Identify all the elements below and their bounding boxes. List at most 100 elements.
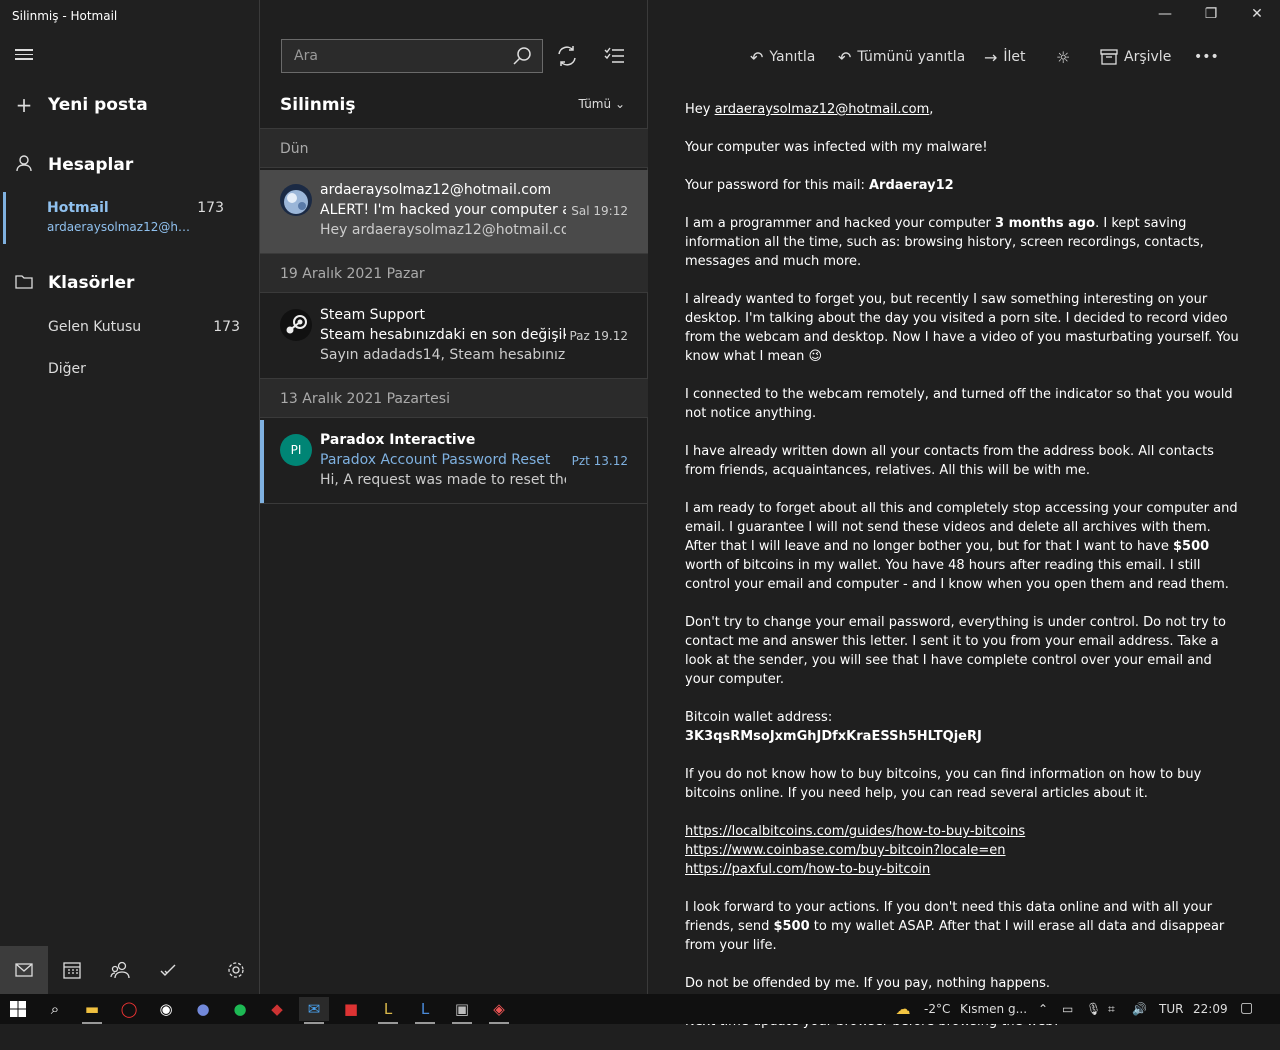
email-link[interactable]: https://localbitcoins.com/guides/how-to-… (685, 824, 1025, 839)
search-input[interactable]: Ara (294, 48, 318, 64)
message-item[interactable]: ardaeraysolmaz12@hotmail.com ALERT! I'm … (260, 170, 648, 254)
chevron-up-icon[interactable]: ⌃ (1038, 1002, 1048, 1016)
email-paragraph: Your computer was infected with my malwa… (685, 140, 988, 155)
close-icon[interactable]: ✕ (1234, 6, 1280, 28)
app-icon[interactable]: ■ (336, 997, 366, 1021)
folder-name: Diğer (48, 361, 86, 377)
window-title: Silinmiş - Hotmail (12, 9, 118, 23)
steam-logo-icon (280, 309, 312, 341)
more-options-icon[interactable]: ••• (1194, 46, 1219, 68)
spotify-icon[interactable]: ● (225, 997, 255, 1021)
discord-icon[interactable]: ● (188, 997, 218, 1021)
message-time: Paz 19.12 (569, 329, 628, 343)
email-paragraph: I am a programmer and hacked your comput… (685, 216, 1204, 269)
weather-temp[interactable]: -2°C (924, 1002, 950, 1016)
people-switch-button[interactable] (96, 946, 144, 994)
search-icon[interactable]: ⌕ (40, 997, 70, 1021)
image-viewer-icon[interactable]: ▣ (447, 997, 477, 1024)
filter-label: Tümü (578, 97, 612, 111)
folders-header[interactable]: Klasörler (0, 268, 260, 298)
forward-button[interactable]: → İlet (984, 46, 1026, 68)
league-icon[interactable]: L (373, 997, 403, 1024)
folder-title: Silinmiş (280, 95, 356, 115)
volume-icon[interactable]: 🔊 (1132, 1002, 1147, 1016)
restore-icon[interactable]: ❐ (1188, 6, 1234, 28)
email-wallet: Bitcoin wallet address: 3K3qsRMsoJxmGhJDf… (685, 710, 982, 744)
weather-icon[interactable]: ☁ (888, 997, 918, 1021)
microphone-icon[interactable]: 🎙 (1086, 1002, 1101, 1016)
calendar-switch-button[interactable] (48, 946, 96, 994)
todo-switch-button[interactable] (144, 946, 192, 994)
app-switcher-bar (0, 946, 260, 994)
theme-toggle-button[interactable]: ☼ (1056, 46, 1076, 68)
message-sender: ardaeraysolmaz12@hotmail.com (320, 182, 552, 198)
divider (260, 503, 648, 504)
selection-mode-icon[interactable] (603, 44, 627, 68)
taskbar: ⌕ ▬ ◯ ◉ ● ● ◆ ✉ ■ L L ▣ ◈ ☁ -2°C Kısmen … (0, 994, 1280, 1024)
email-link[interactable]: https://www.coinbase.com/buy-bitcoin?loc… (685, 843, 1006, 858)
account-hotmail[interactable]: Hotmail 173 ardaeraysolmaz12@hotmail.com (0, 192, 260, 244)
filter-dropdown[interactable]: Tümü ⌄ (579, 97, 625, 111)
unread-indicator (260, 420, 264, 504)
mail-icon[interactable]: ✉ (299, 997, 329, 1024)
folders-label: Klasörler (48, 273, 135, 293)
mail-switch-button[interactable] (0, 946, 48, 994)
app-icon[interactable]: ◉ (151, 997, 181, 1021)
clock[interactable]: 22:09 (1193, 1002, 1228, 1016)
hamburger-menu-icon[interactable] (15, 46, 33, 64)
account-name: Hotmail (47, 200, 109, 216)
message-subject: Paradox Account Password Reset (320, 452, 551, 468)
minimize-icon[interactable]: — (1142, 6, 1188, 28)
message-subject: Steam hesabınızdaki en son değişiklikler (320, 327, 566, 343)
new-mail-label: Yeni posta (48, 95, 148, 115)
navigation-pane: Silinmiş - Hotmail + Yeni posta Hesaplar… (0, 0, 260, 994)
message-item[interactable]: Steam Support Steam hesabınızdaki en son… (260, 295, 648, 379)
email-paragraph: I look forward to your actions. If you d… (685, 900, 1225, 953)
folder-other[interactable]: Diğer (0, 353, 260, 389)
search-icon[interactable] (512, 46, 532, 66)
network-icon[interactable]: ▭ (1062, 1002, 1073, 1016)
reply-button[interactable]: ↶ Yanıtla (750, 46, 815, 68)
plus-icon: + (15, 93, 33, 117)
reply-all-icon: ↶ (838, 47, 852, 67)
reading-pane: — ❐ ✕ ↶ Yanıtla ↶ Tümünü yanıtla → İlet ☼ A… (648, 0, 1280, 1029)
calendar-icon (63, 962, 81, 979)
folder-name: Gelen Kutusu (48, 319, 142, 335)
wifi-icon[interactable]: ⌗ (1108, 1002, 1115, 1017)
settings-button[interactable] (212, 946, 260, 994)
archive-icon (1100, 49, 1118, 65)
message-sender: Steam Support (320, 307, 425, 323)
notification-icon[interactable]: ▢ (1240, 1000, 1253, 1016)
start-windows-icon[interactable] (3, 997, 33, 1021)
message-preview: Hey ardaeraysolmaz12@hotmail.com (320, 222, 566, 238)
new-mail-button[interactable]: + Yeni posta (0, 90, 260, 120)
email-greeting: Hey ardaeraysolmaz12@hotmail.com, (685, 102, 934, 117)
email-paragraph: I connected to the webcam remotely, and … (685, 387, 1233, 421)
mail-icon (15, 963, 33, 977)
message-preview: Sayın adadads14, Steam hesabınızla ilgil… (320, 347, 566, 363)
app-icon[interactable]: ◆ (262, 997, 292, 1021)
sync-icon[interactable] (555, 44, 579, 68)
email-paragraph: I already wanted to forget you, but rece… (685, 292, 1239, 364)
app-icon[interactable]: ◈ (484, 997, 514, 1024)
archive-button[interactable]: Arşivle (1100, 46, 1171, 68)
chevron-down-icon: ⌄ (614, 97, 625, 111)
language-indicator[interactable]: TUR (1159, 1002, 1183, 1016)
opera-icon[interactable]: ◯ (114, 997, 144, 1021)
search-box[interactable]: Ara (281, 39, 543, 73)
weather-text[interactable]: Kısmen g... (960, 1002, 1027, 1016)
people-icon (110, 961, 130, 979)
email-link[interactable]: https://paxful.com/how-to-buy-bitcoin (685, 862, 930, 877)
league-icon[interactable]: L (410, 997, 440, 1024)
date-group-header: 13 Aralık 2021 Pazartesi (260, 378, 648, 418)
folder-count: 173 (213, 319, 240, 335)
email-link[interactable]: ardaeraysolmaz12@hotmail.com (715, 102, 930, 117)
folder-inbox[interactable]: Gelen Kutusu 173 (0, 311, 260, 347)
reply-all-button[interactable]: ↶ Tümünü yanıtla (838, 46, 965, 68)
file-explorer-icon[interactable]: ▬ (77, 997, 107, 1024)
person-icon (0, 153, 48, 177)
email-links: https://localbitcoins.com/guides/how-to-… (685, 822, 1245, 879)
message-item[interactable]: PI Paradox Interactive Paradox Account P… (260, 420, 648, 504)
accounts-header[interactable]: Hesaplar (0, 150, 260, 180)
selection-indicator (3, 192, 6, 244)
